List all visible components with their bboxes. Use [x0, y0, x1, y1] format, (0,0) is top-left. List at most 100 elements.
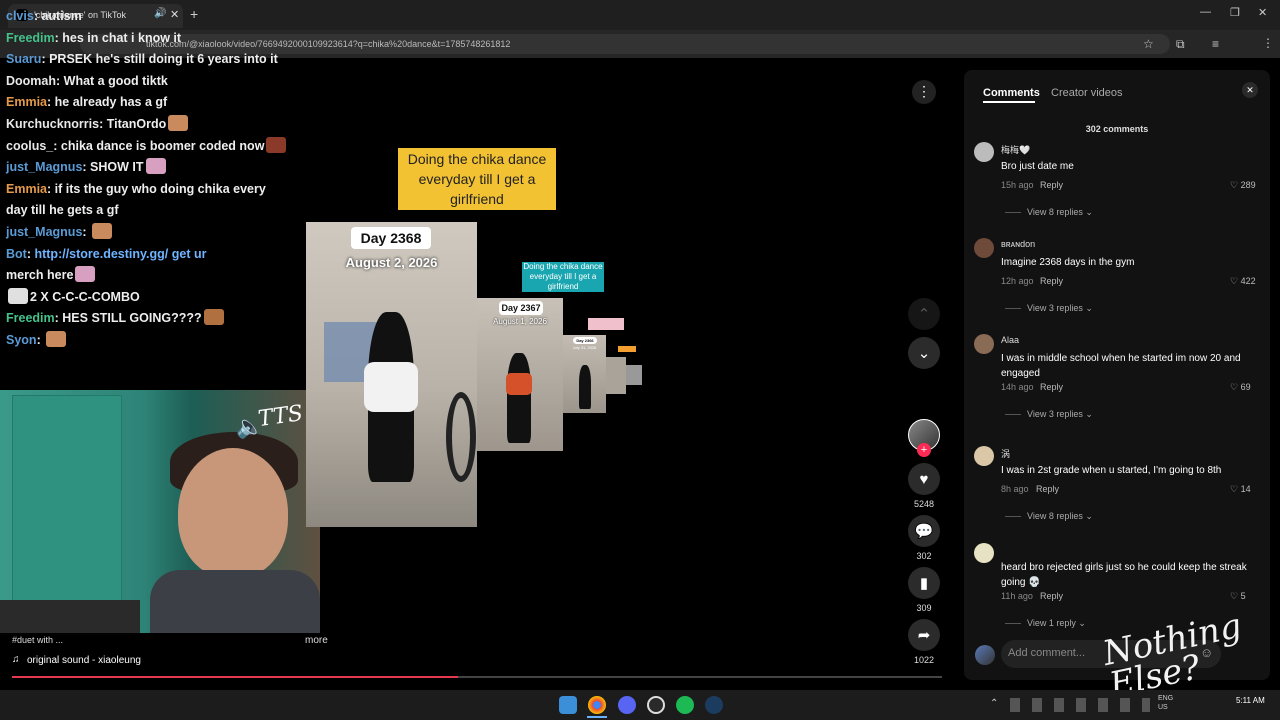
- obs-icon[interactable]: [647, 696, 665, 714]
- follow-plus-icon[interactable]: +: [917, 443, 931, 457]
- reply-button[interactable]: Reply: [1036, 484, 1059, 494]
- caption-tiny: [588, 318, 624, 330]
- chat-line: Doomah: What a good tiktk: [0, 71, 300, 93]
- view-replies-label: View 8 replies: [1027, 511, 1083, 521]
- date-label-3: July 31, 2026: [572, 345, 597, 350]
- clock-time[interactable]: 5:11 AM: [1236, 696, 1265, 705]
- comment-text: I was in middle school when he started i…: [1001, 353, 1241, 379]
- browser-menu-icon[interactable]: ⋮: [1262, 36, 1274, 50]
- share-count: 1022: [913, 655, 935, 665]
- media-control-icon[interactable]: ≡: [1212, 37, 1219, 51]
- comment-text: Imagine 2368 days in the gym: [1001, 257, 1135, 268]
- chat-message: chika dance is boomer coded now: [60, 138, 265, 153]
- commenter-avatar[interactable]: [974, 142, 994, 162]
- chat-colon: :: [56, 73, 64, 88]
- video-frame-3: Day 2366 July 31, 2026: [563, 335, 606, 413]
- video-caption-small: Doing the chika dance everyday till I ge…: [522, 262, 604, 292]
- divider-line: [1005, 516, 1021, 518]
- heart-icon: ♥: [919, 470, 929, 488]
- spotify-icon[interactable]: [676, 696, 694, 714]
- comment-likes[interactable]: ♡ 14: [1230, 484, 1251, 495]
- maximize-icon[interactable]: ❐: [1230, 6, 1240, 19]
- comment-likes[interactable]: ♡ 289: [1230, 180, 1256, 191]
- window-close-icon[interactable]: ✕: [1258, 6, 1267, 19]
- commenter-avatar[interactable]: [974, 334, 994, 354]
- dancer-2: [507, 353, 531, 443]
- next-video-button[interactable]: ⌄: [908, 337, 940, 369]
- chat-emote-icon: [145, 158, 166, 175]
- discord-icon[interactable]: [618, 696, 636, 714]
- comment-time: 8h ago: [1001, 484, 1029, 494]
- view-replies-label: View 8 replies: [1027, 207, 1083, 217]
- video-caption: Doing the chika dance everyday till I ge…: [398, 148, 556, 210]
- close-panel-icon[interactable]: ✕: [1242, 82, 1258, 98]
- reply-button[interactable]: Reply: [1040, 591, 1063, 601]
- view-replies-label: View 1 reply: [1027, 618, 1076, 628]
- video-frame-2: Day 2367 August 1, 2026: [477, 298, 563, 451]
- commenter-avatar[interactable]: [974, 543, 994, 563]
- reply-button[interactable]: Reply: [1040, 180, 1063, 190]
- chat-message: What a good tiktk: [63, 73, 168, 88]
- tab-creator-videos[interactable]: Creator videos: [1051, 87, 1123, 99]
- heart-outline-icon: ♡: [1230, 276, 1239, 286]
- view-replies-button[interactable]: View 8 replies ⌄: [1005, 207, 1093, 218]
- commenter-avatar[interactable]: [974, 446, 994, 466]
- comment-likes[interactable]: ♡ 5: [1230, 591, 1246, 602]
- chat-message[interactable]: http://store.destiny.gg/ get ur: [34, 247, 206, 261]
- extensions-icon[interactable]: ⧉: [1176, 37, 1185, 52]
- chat-username: Freedim: [6, 30, 55, 45]
- video-description: #duet with ...: [12, 635, 64, 645]
- commenter-avatar[interactable]: [974, 238, 994, 258]
- comment-likes[interactable]: ♡ 422: [1230, 276, 1256, 287]
- more-options-icon[interactable]: ⋮: [912, 80, 936, 104]
- view-replies-button[interactable]: View 1 reply ⌄: [1005, 618, 1086, 629]
- previous-video-button[interactable]: ⌃: [908, 298, 940, 330]
- reply-button[interactable]: Reply: [1040, 382, 1063, 392]
- minimize-icon[interactable]: —: [1200, 6, 1211, 18]
- tray-chevron-icon[interactable]: ⌃: [990, 698, 998, 709]
- reply-button[interactable]: Reply: [1040, 276, 1063, 286]
- like-number: 69: [1240, 382, 1251, 392]
- more-link[interactable]: more: [305, 635, 328, 646]
- commenter-name[interactable]: Alaa: [1001, 335, 1019, 345]
- save-button[interactable]: ▮: [908, 567, 940, 599]
- tab-comments[interactable]: Comments: [983, 87, 1040, 99]
- view-replies-button[interactable]: View 3 replies ⌄: [1005, 303, 1093, 314]
- chat-username: Suaru: [6, 52, 42, 67]
- comment-button[interactable]: 💬: [908, 515, 940, 547]
- commenter-name[interactable]: ʙʀᴀɴdon: [1001, 239, 1035, 249]
- view-replies-button[interactable]: View 8 replies ⌄: [1005, 511, 1093, 522]
- language-indicator[interactable]: ENG US: [1158, 694, 1184, 712]
- date-label-1: August 2, 2026: [345, 255, 438, 270]
- like-number: 289: [1240, 180, 1256, 190]
- steam-icon[interactable]: [705, 696, 723, 714]
- day-label-1: Day 2368: [351, 227, 431, 249]
- webcam-door: [12, 395, 122, 633]
- sound-name[interactable]: original sound - xiaoleung: [27, 655, 141, 666]
- chat-line: Freedim: hes in chat i know it: [0, 28, 300, 50]
- chat-username: just_Magnus: [6, 160, 83, 175]
- like-number: 14: [1240, 484, 1251, 494]
- date-label-2: August 1, 2026: [493, 317, 547, 326]
- comment-text: Bro just date me: [1001, 161, 1074, 172]
- view-replies-button[interactable]: View 3 replies ⌄: [1005, 409, 1093, 420]
- chevron-down-icon: ⌄: [917, 345, 931, 362]
- chat-line: Freedim: HES STILL GOING????: [0, 308, 300, 330]
- bookmark-star-icon[interactable]: ☆: [1143, 37, 1154, 51]
- comment-count-label: 302 comments: [1085, 124, 1149, 134]
- bookmark-icon: ▮: [919, 575, 929, 592]
- commenter-name[interactable]: 涡: [1001, 447, 1010, 460]
- chat-username: clvis: [6, 9, 34, 23]
- windows-icon[interactable]: [559, 696, 577, 714]
- chat-colon: :: [47, 181, 55, 196]
- comment-time: 14h ago: [1001, 382, 1034, 392]
- heart-outline-icon: ♡: [1230, 180, 1239, 190]
- chat-colon: :: [82, 224, 91, 239]
- comment-likes[interactable]: ♡ 69: [1230, 382, 1251, 393]
- chat-username: Freedim: [6, 311, 55, 326]
- tray-icons[interactable]: [1010, 698, 1150, 712]
- like-button[interactable]: ♥: [908, 463, 940, 495]
- commenter-name[interactable]: 梅梅🤍: [1001, 143, 1030, 156]
- chrome-icon[interactable]: [588, 696, 606, 714]
- share-button[interactable]: ➦: [908, 619, 940, 651]
